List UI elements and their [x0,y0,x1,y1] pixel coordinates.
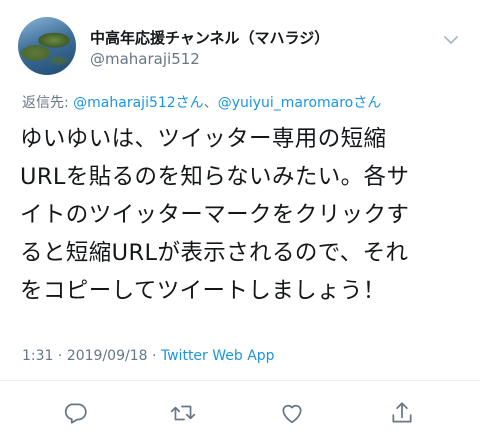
user-handle[interactable]: @maharaji512 [90,50,200,68]
reply-prefix: 返信先: [22,95,74,111]
tweet-time: 1:31 [22,348,54,364]
avatar[interactable] [18,17,76,75]
reply-context: 返信先: @maharaji512さん、@yuiyui_maromaroさん [22,92,381,112]
tweet-text: ゆいゆいは、ツイッター専用の短縮 URLを貼るのを知らないみたい。各サ イトのツ… [20,120,468,310]
tweet-date: 2019/09/18 [66,348,148,364]
retweet-icon[interactable] [169,399,197,427]
tweet-line: URLを貼るのを知らないみたい。各サ [20,164,410,190]
share-icon[interactable] [388,399,416,427]
tweet-line: ると短縮URLが表示されるので、それ [20,240,409,266]
reply-link-user-2[interactable]: @yuiyui_maromaroさん [218,95,382,111]
reply-link-user-1[interactable]: @maharaji512さん [73,95,204,111]
tweet-meta: 1:31 · 2019/09/18 · Twitter Web App [22,348,275,364]
reply-separator: 、 [203,95,218,111]
meta-dot: · [147,348,161,364]
source-app-link[interactable]: Twitter Web App [161,348,275,364]
heart-icon[interactable] [278,399,306,427]
display-name[interactable]: 中高年応援チャンネル（マハラジ） [90,27,329,48]
meta-dot: · [53,348,67,364]
tweet-line: イトのツイッターマークをクリックす [20,202,410,228]
divider [0,380,480,381]
tweet-line: ゆいゆいは、ツイッター専用の短縮 [20,126,387,152]
reply-icon[interactable] [61,399,89,427]
tweet-line: をコピーしてツイートしましょう！ [20,278,386,304]
chevron-down-icon[interactable] [443,32,459,48]
